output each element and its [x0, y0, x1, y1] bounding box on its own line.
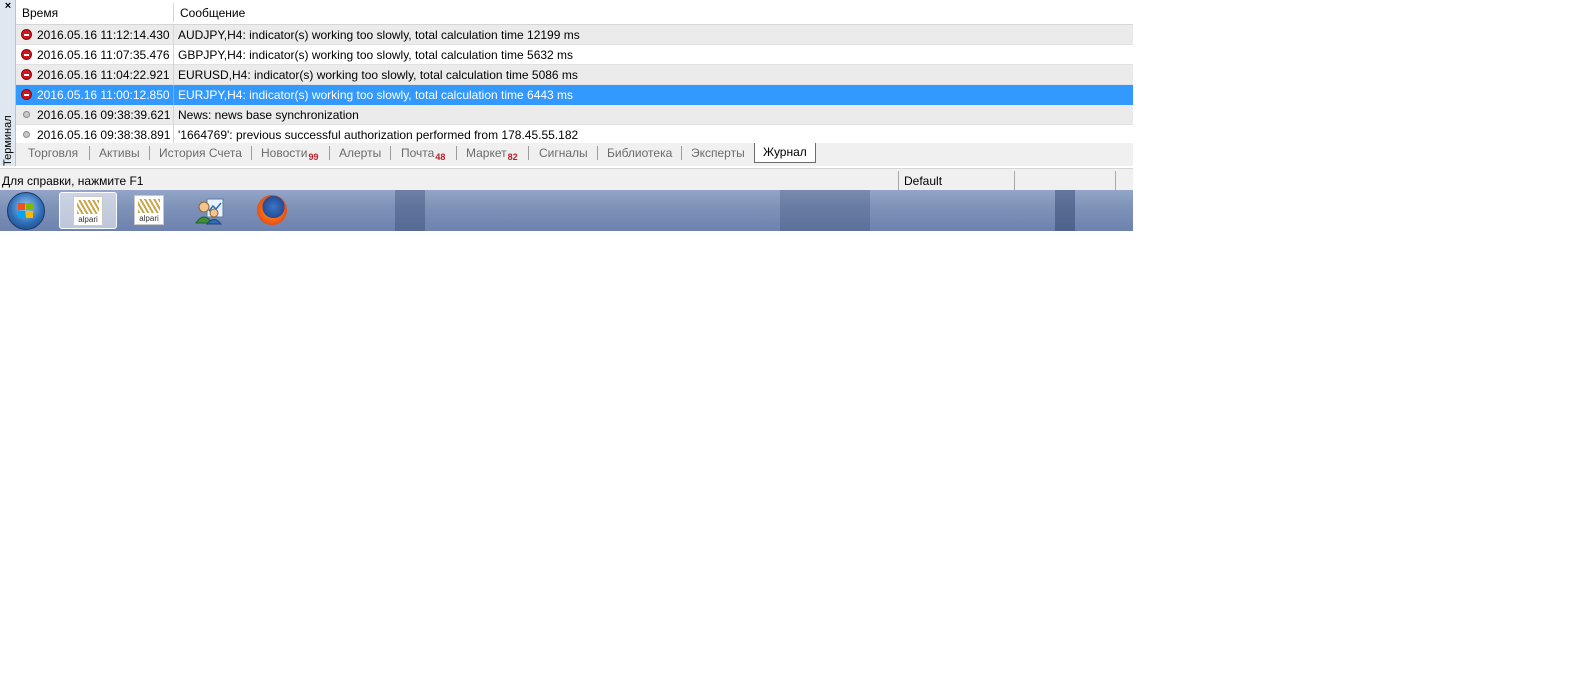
tab-divider — [251, 146, 252, 160]
row-message: News: news base synchronization — [178, 108, 359, 122]
tab-badge: 99 — [308, 152, 319, 162]
info-icon — [23, 131, 30, 138]
info-icon — [23, 111, 30, 118]
cell-divider — [173, 125, 174, 145]
column-header-message[interactable]: Сообщение — [180, 0, 245, 24]
tab-assets[interactable]: Активы — [99, 143, 140, 164]
tab-library[interactable]: Библиотека — [607, 143, 672, 164]
terminal-side-label: Терминал — [2, 115, 14, 166]
row-message: EURJPY,H4: indicator(s) working too slow… — [178, 88, 574, 102]
tab-divider — [597, 146, 598, 160]
error-icon — [21, 69, 32, 80]
status-bar: Для справки, нажмите F1 Default — [0, 168, 1133, 190]
row-time: 2016.05.16 11:07:35.476 — [37, 48, 170, 62]
cell-divider — [173, 85, 174, 105]
taskbar-app-alpari-2[interactable]: alpari — [121, 192, 177, 229]
row-time: 2016.05.16 09:38:38.891 — [37, 128, 171, 142]
row-message: '1664769': previous successful authoriza… — [178, 128, 579, 142]
cell-divider — [173, 105, 174, 125]
column-divider[interactable] — [173, 3, 174, 22]
taskbar-app-alpari-1[interactable]: alpari — [59, 192, 117, 229]
alpari-logo-icon: alpari — [134, 195, 164, 225]
windows-logo-icon — [18, 203, 34, 219]
row-message: EURUSD,H4: indicator(s) working too slow… — [178, 68, 578, 82]
tab-badge: 48 — [435, 152, 446, 162]
row-time: 2016.05.16 11:04:22.921 — [37, 68, 170, 82]
error-icon — [21, 49, 32, 60]
tab-alerts[interactable]: Алерты — [339, 143, 381, 164]
tab-label: Новости — [261, 146, 308, 160]
tab-label: История Счета — [159, 146, 242, 160]
tab-label: Эксперты — [691, 146, 745, 160]
terminal-side-panel: × Терминал — [0, 0, 16, 166]
error-icon — [21, 89, 32, 100]
windows-taskbar: alpari alpari — [0, 190, 1133, 231]
tab-experts[interactable]: Эксперты — [691, 143, 745, 164]
tab-signals[interactable]: Сигналы — [539, 143, 588, 164]
row-message: AUDJPY,H4: indicator(s) working too slow… — [178, 28, 580, 42]
tab-label: Алерты — [339, 146, 382, 160]
terminal-tabs: Торговля Активы История Счета Новости99 … — [16, 143, 1133, 166]
tab-label: Библиотека — [607, 146, 673, 160]
tab-divider — [329, 146, 330, 160]
table-row[interactable]: 2016.05.16 11:04:22.921 EURUSD,H4: indic… — [16, 65, 1133, 85]
tab-divider — [681, 146, 682, 160]
tab-divider — [149, 146, 150, 160]
tab-divider — [456, 146, 457, 160]
tab-label: Журнал — [763, 145, 807, 159]
network-users-icon — [195, 198, 224, 225]
status-cell — [1014, 171, 1115, 190]
tab-news[interactable]: Новости99 — [261, 143, 318, 164]
taskbar-background — [780, 190, 870, 231]
table-row[interactable]: 2016.05.16 11:07:35.476 GBPJPY,H4: indic… — [16, 45, 1133, 65]
tab-divider — [89, 146, 90, 160]
alpari-logo-icon: alpari — [73, 196, 103, 226]
row-time: 2016.05.16 09:38:39.621 — [37, 108, 171, 122]
tab-label: Маркет — [466, 146, 507, 160]
alpari-logo-text: alpari — [78, 215, 98, 224]
tab-mailbox[interactable]: Почта48 — [401, 143, 445, 164]
cell-divider — [173, 25, 174, 45]
tab-label: Активы — [99, 146, 140, 160]
tab-label: Почта — [401, 146, 435, 160]
row-message: GBPJPY,H4: indicator(s) working too slow… — [178, 48, 574, 62]
cell-divider — [173, 45, 174, 65]
table-row[interactable]: 2016.05.16 09:38:39.621 News: news base … — [16, 105, 1133, 125]
status-cell — [1115, 171, 1133, 190]
firefox-icon — [257, 195, 287, 225]
error-icon — [21, 29, 32, 40]
row-time: 2016.05.16 11:12:14.430 — [37, 28, 170, 42]
table-row[interactable]: 2016.05.16 09:38:38.891 '1664769': previ… — [16, 125, 1133, 145]
taskbar-app-network[interactable] — [182, 192, 238, 229]
close-icon[interactable]: × — [2, 0, 14, 12]
tab-label: Сигналы — [539, 146, 588, 160]
row-time: 2016.05.16 11:00:12.850 — [37, 88, 170, 102]
tab-journal[interactable]: Журнал — [754, 143, 816, 163]
column-header-time[interactable]: Время — [22, 0, 58, 24]
alpari-logo-text: alpari — [139, 214, 159, 223]
tab-account-history[interactable]: История Счета — [159, 143, 242, 164]
taskbar-background — [395, 190, 425, 231]
tab-trade[interactable]: Торговля — [28, 143, 78, 164]
tab-label: Торговля — [28, 146, 79, 160]
terminal-window: × Терминал Время Сообщение 2016.05.16 11… — [0, 0, 1133, 231]
tab-divider — [390, 146, 391, 160]
table-row[interactable]: 2016.05.16 11:12:14.430 AUDJPY,H4: indic… — [16, 25, 1133, 45]
tab-badge: 82 — [507, 152, 518, 162]
journal-table: Время Сообщение 2016.05.16 11:12:14.430 … — [16, 0, 1133, 145]
tab-market[interactable]: Маркет82 — [466, 143, 518, 164]
table-row-selected[interactable]: 2016.05.16 11:00:12.850 EURJPY,H4: indic… — [16, 85, 1133, 105]
table-header: Время Сообщение — [16, 0, 1133, 25]
start-button[interactable] — [7, 192, 45, 230]
taskbar-app-firefox[interactable] — [244, 192, 300, 229]
tab-divider — [528, 146, 529, 160]
taskbar-background — [1055, 190, 1075, 231]
cell-divider — [173, 65, 174, 85]
